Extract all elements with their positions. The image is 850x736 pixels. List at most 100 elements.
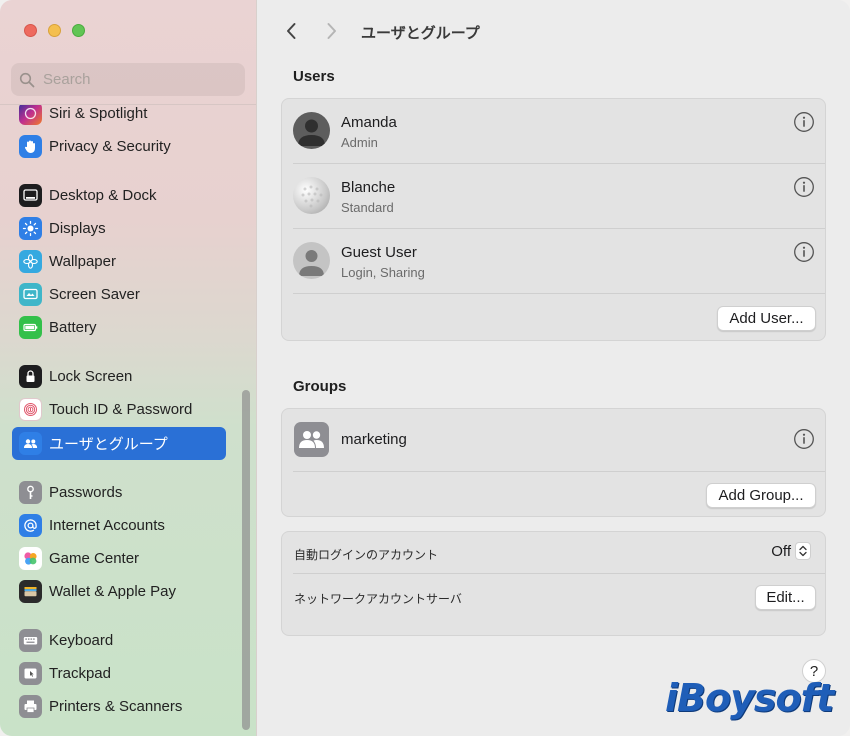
minimize-button[interactable]	[48, 24, 61, 37]
zoom-button[interactable]	[72, 24, 85, 37]
row-divider	[293, 573, 825, 574]
chevron-right-icon	[327, 23, 336, 39]
sidebar-item-label: Privacy & Security	[49, 138, 171, 155]
forward-button[interactable]	[321, 20, 343, 42]
auto-login-label: 自動ログインのアカウント	[294, 548, 439, 562]
sidebar-item-trackpad[interactable]: Trackpad	[12, 657, 226, 690]
search-field[interactable]	[11, 63, 245, 96]
sidebar-item-screen-saver[interactable]: Screen Saver	[12, 278, 226, 311]
sidebar-item-privacy-security[interactable]: Privacy & Security	[12, 130, 226, 163]
sidebar-item-label: ユーザとグループ	[49, 436, 168, 453]
sidebar-item-desktop-dock[interactable]: Desktop & Dock	[12, 179, 226, 212]
close-button[interactable]	[24, 24, 37, 37]
sidebar-item-label: Displays	[49, 220, 106, 237]
sidebar-item-label: Lock Screen	[49, 368, 133, 385]
network-server-label: ネットワークアカウントサーバ	[294, 592, 462, 606]
toolbar: ユーザとグループ	[257, 0, 850, 60]
sidebar-item-label: Touch ID & Password	[49, 401, 193, 418]
lock-icon	[19, 365, 42, 388]
user-row[interactable]: Amanda Admin	[282, 99, 827, 163]
search-input[interactable]	[43, 71, 223, 88]
sidebar-item-label: Game Center	[49, 550, 140, 567]
sidebar-item-label: Screen Saver	[49, 286, 140, 303]
sidebar-item-battery[interactable]: Battery	[12, 311, 226, 344]
siri-icon	[19, 104, 42, 125]
settings-window: Siri & Spotlight Privacy & Security Desk…	[0, 0, 850, 736]
user-role: Login, Sharing	[341, 265, 425, 280]
sidebar-item-label: Printers & Scanners	[49, 698, 183, 715]
users-card: Amanda Admin Blanche Standard Guest User…	[281, 98, 826, 341]
sidebar-item-label: Trackpad	[49, 665, 111, 682]
users-icon	[19, 432, 42, 455]
game-center-icon	[19, 547, 42, 570]
sidebar: Siri & Spotlight Privacy & Security Desk…	[0, 0, 257, 736]
group-name: marketing	[341, 431, 407, 448]
users-heading: Users	[293, 68, 335, 85]
sun-icon	[19, 217, 42, 240]
sidebar-item-wallpaper[interactable]: Wallpaper	[12, 245, 226, 278]
trackpad-icon	[19, 662, 42, 685]
sidebar-nav: Siri & Spotlight Privacy & Security Desk…	[0, 104, 256, 736]
page-title: ユーザとグループ	[361, 25, 480, 42]
hand-icon	[19, 135, 42, 158]
sidebar-scrollbar[interactable]	[242, 390, 250, 730]
sidebar-item-passwords[interactable]: Passwords	[12, 476, 226, 509]
sidebar-item-label: Wallpaper	[49, 253, 116, 270]
sidebar-item-internet-accounts[interactable]: Internet Accounts	[12, 509, 226, 542]
edit-button[interactable]: Edit...	[755, 585, 816, 610]
flower-icon	[19, 250, 42, 273]
main-content: ユーザとグループ Users Amanda Admin Blanche Stan…	[257, 0, 850, 736]
sidebar-item-keyboard[interactable]: Keyboard	[12, 624, 226, 657]
group-row[interactable]: marketing	[282, 409, 827, 471]
sidebar-item-users-groups[interactable]: ユーザとグループ	[12, 427, 226, 460]
groups-card: marketing Add Group...	[281, 408, 826, 517]
auto-login-select[interactable]: Off	[771, 542, 811, 560]
keyboard-icon	[19, 629, 42, 652]
info-icon[interactable]	[793, 176, 815, 198]
sidebar-item-label: Desktop & Dock	[49, 187, 157, 204]
user-role: Standard	[341, 200, 394, 215]
avatar	[293, 112, 330, 149]
search-icon	[19, 72, 35, 87]
sidebar-item-displays[interactable]: Displays	[12, 212, 226, 245]
chevron-updown-icon	[795, 542, 811, 560]
printer-icon	[19, 695, 42, 718]
sidebar-item-label: Siri & Spotlight	[49, 105, 148, 122]
login-settings-card: 自動ログインのアカウント Off ネットワークアカウントサーバ Edit...	[281, 531, 826, 636]
sidebar-item-label: Battery	[49, 319, 97, 336]
sidebar-item-label: Internet Accounts	[49, 517, 165, 534]
user-row[interactable]: Guest User Login, Sharing	[282, 229, 827, 293]
user-row[interactable]: Blanche Standard	[282, 164, 827, 228]
sidebar-divider	[0, 104, 256, 105]
group-avatar	[294, 422, 329, 457]
back-button[interactable]	[280, 20, 302, 42]
sidebar-item-wallet[interactable]: Wallet & Apple Pay	[12, 575, 226, 608]
sidebar-item-label: Wallet & Apple Pay	[49, 583, 177, 600]
at-icon	[19, 514, 42, 537]
row-divider	[293, 471, 825, 472]
info-icon[interactable]	[793, 428, 815, 450]
chevron-left-icon	[287, 23, 296, 39]
sidebar-item-game-center[interactable]: Game Center	[12, 542, 226, 575]
sidebar-item-siri-spotlight[interactable]: Siri & Spotlight	[12, 104, 226, 130]
sidebar-item-label: Keyboard	[49, 632, 114, 649]
avatar	[293, 242, 330, 279]
window-controls	[24, 24, 85, 37]
fingerprint-icon	[19, 398, 42, 421]
row-divider	[293, 293, 825, 294]
sidebar-item-lock-screen[interactable]: Lock Screen	[12, 360, 226, 393]
groups-heading: Groups	[293, 378, 347, 395]
avatar	[293, 177, 330, 214]
sidebar-item-touch-id[interactable]: Touch ID & Password	[12, 393, 226, 426]
add-user-button[interactable]: Add User...	[717, 306, 816, 331]
dock-icon	[19, 184, 42, 207]
battery-icon	[19, 316, 42, 339]
screen-saver-icon	[19, 283, 42, 306]
watermark-logo: iBoysoft	[665, 676, 834, 720]
info-icon[interactable]	[793, 241, 815, 263]
add-group-button[interactable]: Add Group...	[706, 483, 816, 508]
user-name: Guest User	[341, 244, 417, 261]
sidebar-item-printers[interactable]: Printers & Scanners	[12, 690, 226, 723]
user-name: Amanda	[341, 114, 397, 131]
info-icon[interactable]	[793, 111, 815, 133]
